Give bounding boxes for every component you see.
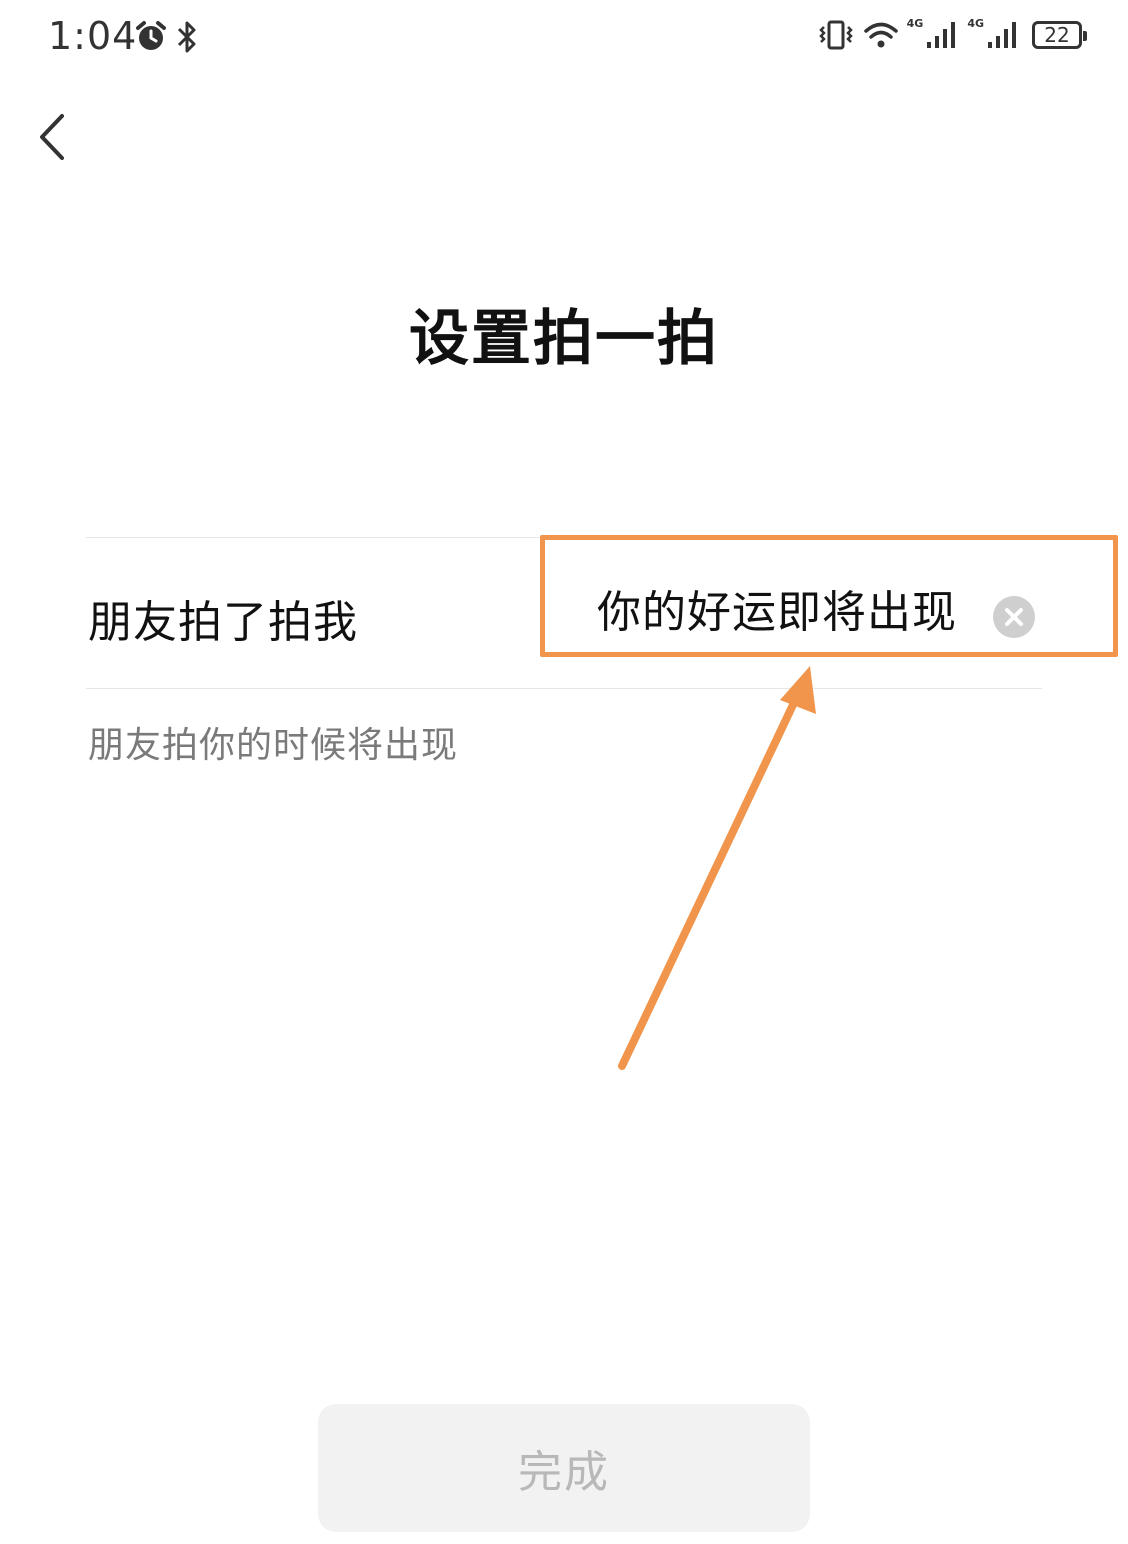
network-label-2: 4G <box>967 16 984 30</box>
network-label-1: 4G <box>906 16 924 30</box>
battery-icon: 22 <box>1032 21 1087 49</box>
clear-button[interactable] <box>993 596 1035 638</box>
divider <box>86 688 1042 689</box>
signal-icon <box>988 22 1016 48</box>
close-icon <box>1005 608 1023 626</box>
back-button[interactable] <box>30 104 80 170</box>
done-button[interactable]: 完成 <box>318 1404 810 1532</box>
status-right-icons: 4G 4G 22 <box>817 16 1087 52</box>
status-left-icons <box>134 20 200 54</box>
annotation-arrow-icon <box>618 666 816 1070</box>
hint-text: 朋友拍你的时候将出现 <box>88 725 459 766</box>
pat-suffix-input[interactable] <box>597 580 977 636</box>
bluetooth-icon <box>177 21 196 53</box>
battery-level: 22 <box>1044 23 1070 47</box>
signal-icon <box>927 22 956 48</box>
status-bar: 1:04 4G 4G 22 <box>0 0 1128 76</box>
status-time: 1:04 <box>48 14 138 58</box>
page-title: 设置拍一拍 <box>409 304 719 374</box>
alarm-icon <box>136 21 166 50</box>
pat-suffix-field-highlight <box>540 535 1118 657</box>
pat-label: 朋友拍了拍我 <box>88 597 358 648</box>
vibrate-icon <box>818 20 853 50</box>
wifi-icon <box>863 22 898 48</box>
chevron-left-icon <box>40 114 64 160</box>
